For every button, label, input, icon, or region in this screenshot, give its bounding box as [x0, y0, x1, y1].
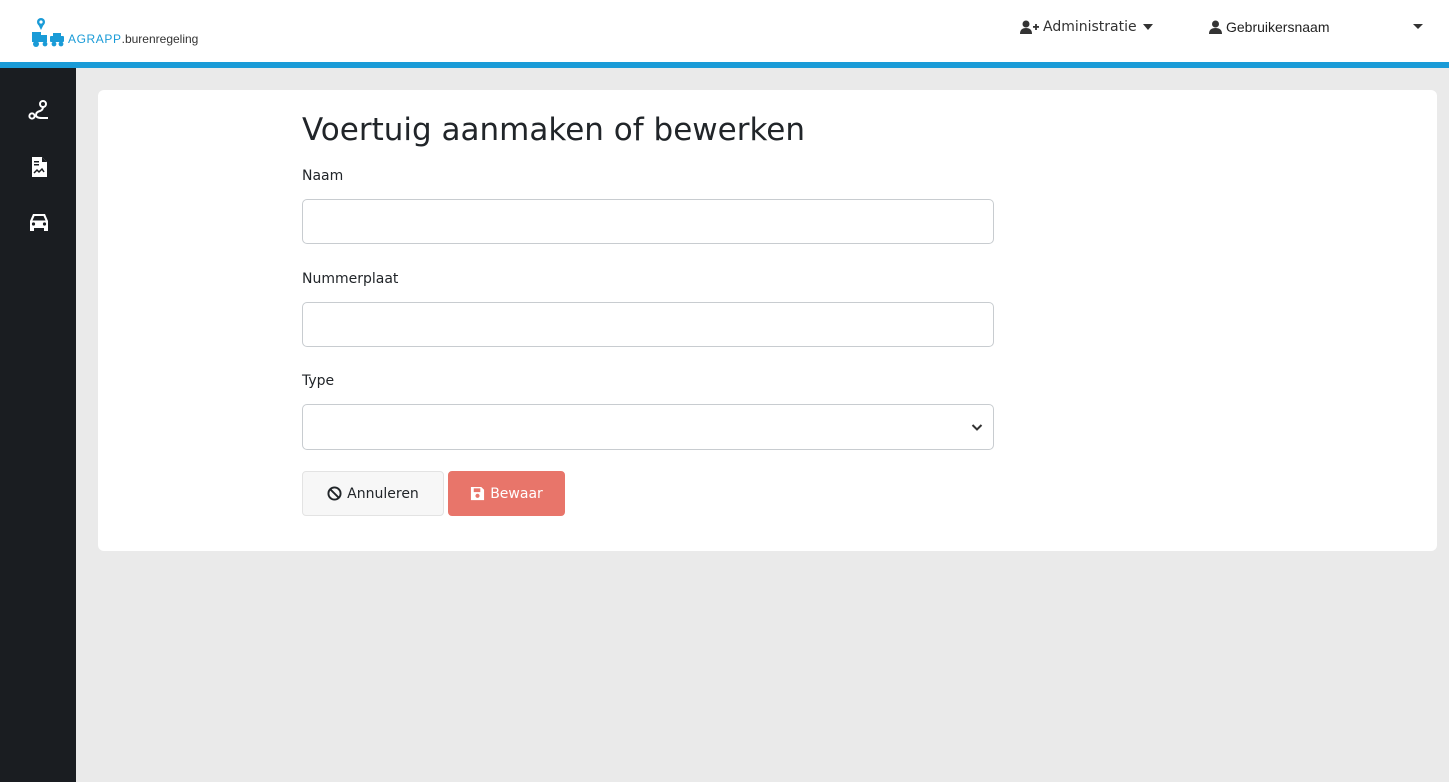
brand-logo-link[interactable]: AGRAPP .burenregeling: [30, 14, 198, 48]
top-navbar: AGRAPP .burenregeling Administratie Gebr…: [0, 0, 1449, 62]
administratie-dropdown[interactable]: Administratie: [1020, 16, 1153, 38]
ban-icon: [327, 486, 342, 501]
user-plus-icon: [1020, 20, 1039, 34]
type-label: Type: [302, 373, 335, 389]
naam-label: Naam: [302, 168, 344, 184]
sidebar-item-vehicles[interactable]: [28, 210, 50, 232]
sidebar-item-documents[interactable]: [28, 156, 50, 178]
save-button[interactable]: Bewaar: [448, 471, 565, 516]
user-icon: [1209, 20, 1222, 34]
username-label: Gebruikersnaam: [1226, 19, 1330, 35]
document-icon: [32, 157, 47, 177]
user-menu[interactable]: Gebruikersnaam: [1208, 16, 1330, 38]
topbar-accent-line: [0, 62, 1449, 68]
nummerplaat-input[interactable]: [302, 302, 994, 347]
car-icon: [30, 214, 48, 231]
brand-subtitle: .burenregeling: [121, 32, 199, 46]
nummerplaat-label: Nummerplaat: [302, 271, 399, 287]
cancel-button-label: Annuleren: [347, 485, 419, 502]
sidebar-item-routes[interactable]: [28, 100, 50, 122]
floppy-disk-icon: [471, 486, 485, 501]
cancel-button[interactable]: Annuleren: [302, 471, 444, 516]
caret-down-icon: [1142, 24, 1153, 30]
brand-name: AGRAPP: [68, 32, 122, 46]
chevron-down-icon: [971, 424, 983, 431]
sidebar: [0, 68, 76, 782]
user-menu-caret-icon[interactable]: [1412, 22, 1424, 32]
administratie-label: Administratie: [1043, 19, 1137, 35]
page-title: Voertuig aanmaken of bewerken: [302, 112, 806, 148]
route-icon: [28, 100, 48, 120]
naam-input[interactable]: [302, 199, 994, 244]
agrapp-logo-icon: [32, 18, 64, 47]
type-select[interactable]: [302, 404, 994, 450]
save-button-label: Bewaar: [490, 485, 543, 502]
